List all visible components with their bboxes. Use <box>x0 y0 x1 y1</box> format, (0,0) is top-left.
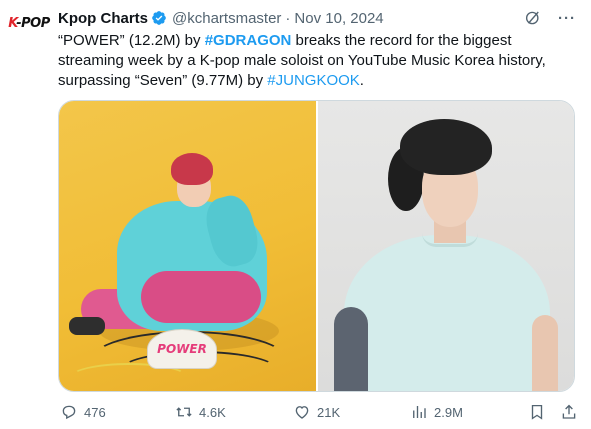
figure-tee <box>343 235 550 391</box>
hashtag-gdragon[interactable]: #GDRAGON <box>205 32 292 49</box>
reply-count: 476 <box>84 404 106 420</box>
figure-pants <box>141 271 261 323</box>
retweet-button[interactable]: 4.6K <box>175 403 226 421</box>
separator-dot: · <box>285 9 291 27</box>
views-count: 2.9M <box>434 404 463 420</box>
retweet-count: 4.6K <box>199 404 226 420</box>
avatar-logo: K-POP <box>8 15 50 31</box>
like-button[interactable]: 21K <box>293 403 340 421</box>
hashtag-jungkook[interactable]: #JUNGKOOK <box>267 72 360 89</box>
heart-icon <box>295 406 309 419</box>
tweet[interactable]: K-POP Kpop Charts @kchartsmaster · Nov 1… <box>0 0 591 429</box>
photo-jungkook[interactable] <box>317 101 574 391</box>
retweet-icon <box>176 407 192 417</box>
tweet-header: Kpop Charts @kchartsmaster · Nov 10, 202… <box>58 8 384 28</box>
share-button[interactable] <box>560 403 578 421</box>
cap: POWER <box>147 329 217 369</box>
share-icon <box>562 404 576 419</box>
bookmark-button[interactable] <box>528 403 546 421</box>
tweet-text-part: “POWER” (12.2M) by <box>58 32 205 49</box>
reply-button[interactable]: 476 <box>60 403 106 421</box>
avatar[interactable]: K-POP <box>8 10 50 36</box>
views-button[interactable]: 2.9M <box>410 403 463 421</box>
tweet-text-part: . <box>359 72 364 89</box>
cap-text: POWER <box>157 342 207 356</box>
figure-arm <box>531 315 558 391</box>
photo-gdragon[interactable]: POWER <box>59 101 316 391</box>
tweet-date[interactable]: Nov 10, 2024 <box>294 10 383 27</box>
bookmark-icon <box>531 404 543 420</box>
display-name[interactable]: Kpop Charts <box>58 10 148 27</box>
reply-icon <box>62 405 76 420</box>
figure-shoe <box>69 317 105 335</box>
more-icon[interactable]: ··· <box>557 8 577 28</box>
tweet-text: “POWER” (12.2M) by #GDRAGON breaks the r… <box>58 31 580 91</box>
handle[interactable]: @kchartsmaster <box>172 10 281 27</box>
figure-arm <box>333 307 368 391</box>
header-actions: ··· <box>523 8 577 28</box>
figure-hair <box>171 153 213 185</box>
like-count: 21K <box>317 404 341 420</box>
figure-hair <box>399 119 492 175</box>
grok-icon[interactable] <box>523 8 543 28</box>
tweet-actions: 476 4.6K 21K 2.9M <box>58 401 580 423</box>
views-icon <box>413 406 426 418</box>
verified-badge-icon <box>152 11 166 25</box>
figure-collar <box>421 233 478 247</box>
tweet-media: POWER <box>58 100 575 392</box>
